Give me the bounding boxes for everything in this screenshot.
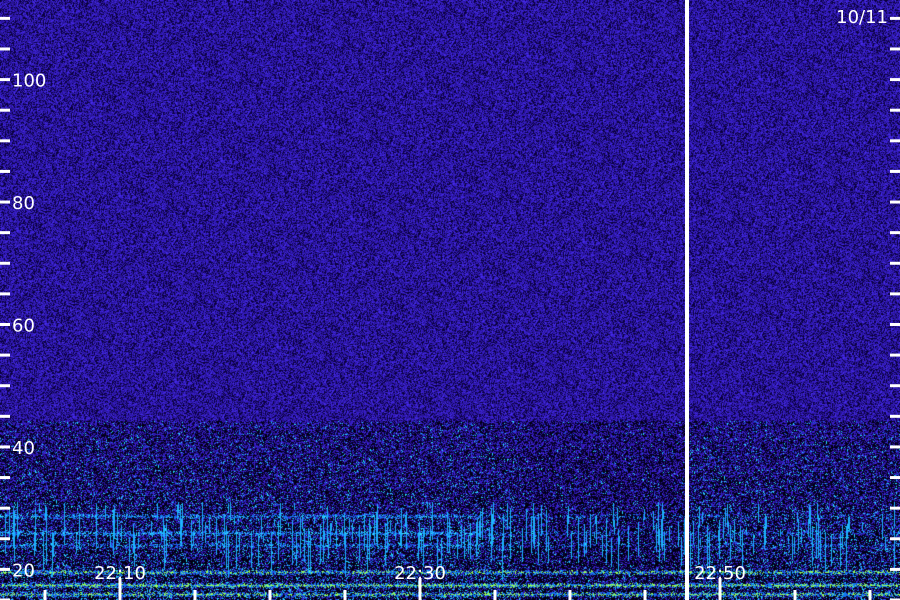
y-tick <box>0 353 10 357</box>
y-tick <box>0 16 10 20</box>
y-tick <box>890 567 900 571</box>
y-tick <box>890 384 900 388</box>
x-tick <box>268 590 272 600</box>
y-tick-label: 40 <box>12 438 35 459</box>
y-tick <box>0 476 10 480</box>
y-tick <box>890 78 900 82</box>
y-tick <box>890 139 900 143</box>
y-axis-left: 20 40 60 80 100 <box>0 16 46 600</box>
x-tick <box>568 590 572 600</box>
y-tick <box>890 292 900 296</box>
y-tick <box>0 47 10 51</box>
y-tick <box>890 445 900 449</box>
x-tick <box>643 590 647 600</box>
y-tick <box>0 139 10 143</box>
x-tick <box>793 590 797 600</box>
y-tick <box>890 414 900 418</box>
y-tick-label: 100 <box>12 71 46 92</box>
x-tick <box>43 590 47 600</box>
y-tick <box>0 261 10 265</box>
y-tick <box>0 384 10 388</box>
y-tick <box>890 506 900 510</box>
y-tick <box>0 169 10 173</box>
y-tick <box>890 476 900 480</box>
y-tick <box>0 445 10 449</box>
y-tick <box>890 200 900 204</box>
y-tick <box>0 414 10 418</box>
marker-line <box>685 0 689 600</box>
y-tick <box>0 200 10 204</box>
x-tick <box>868 590 872 600</box>
y-tick <box>0 292 10 296</box>
y-tick <box>890 108 900 112</box>
time-marker <box>685 0 689 600</box>
x-tick <box>493 590 497 600</box>
y-tick-label: 60 <box>12 315 35 336</box>
y-tick <box>890 537 900 541</box>
y-tick-label: 20 <box>12 560 35 581</box>
y-tick <box>890 16 900 20</box>
y-tick <box>0 231 10 235</box>
y-tick <box>0 506 10 510</box>
y-tick <box>0 567 10 571</box>
x-tick <box>343 590 347 600</box>
y-tick <box>890 261 900 265</box>
x-tick-label: 22:10 <box>94 563 146 584</box>
y-tick <box>890 231 900 235</box>
x-tick <box>193 590 197 600</box>
axes-overlay: 20 40 60 80 100 22:10 22:30 22:50 10/11 <box>0 0 900 600</box>
y-tick <box>890 353 900 357</box>
y-tick <box>890 322 900 326</box>
y-tick <box>0 78 10 82</box>
y-tick <box>890 169 900 173</box>
date-label: 10/11 <box>836 7 888 28</box>
y-tick <box>0 108 10 112</box>
x-axis: 22:10 22:30 22:50 <box>43 563 872 600</box>
y-tick-label: 80 <box>12 193 35 214</box>
y-axis-right <box>890 16 900 600</box>
y-tick <box>0 537 10 541</box>
y-tick <box>0 322 10 326</box>
x-tick-label: 22:50 <box>694 563 746 584</box>
x-tick-label: 22:30 <box>394 563 446 584</box>
y-tick <box>890 47 900 51</box>
